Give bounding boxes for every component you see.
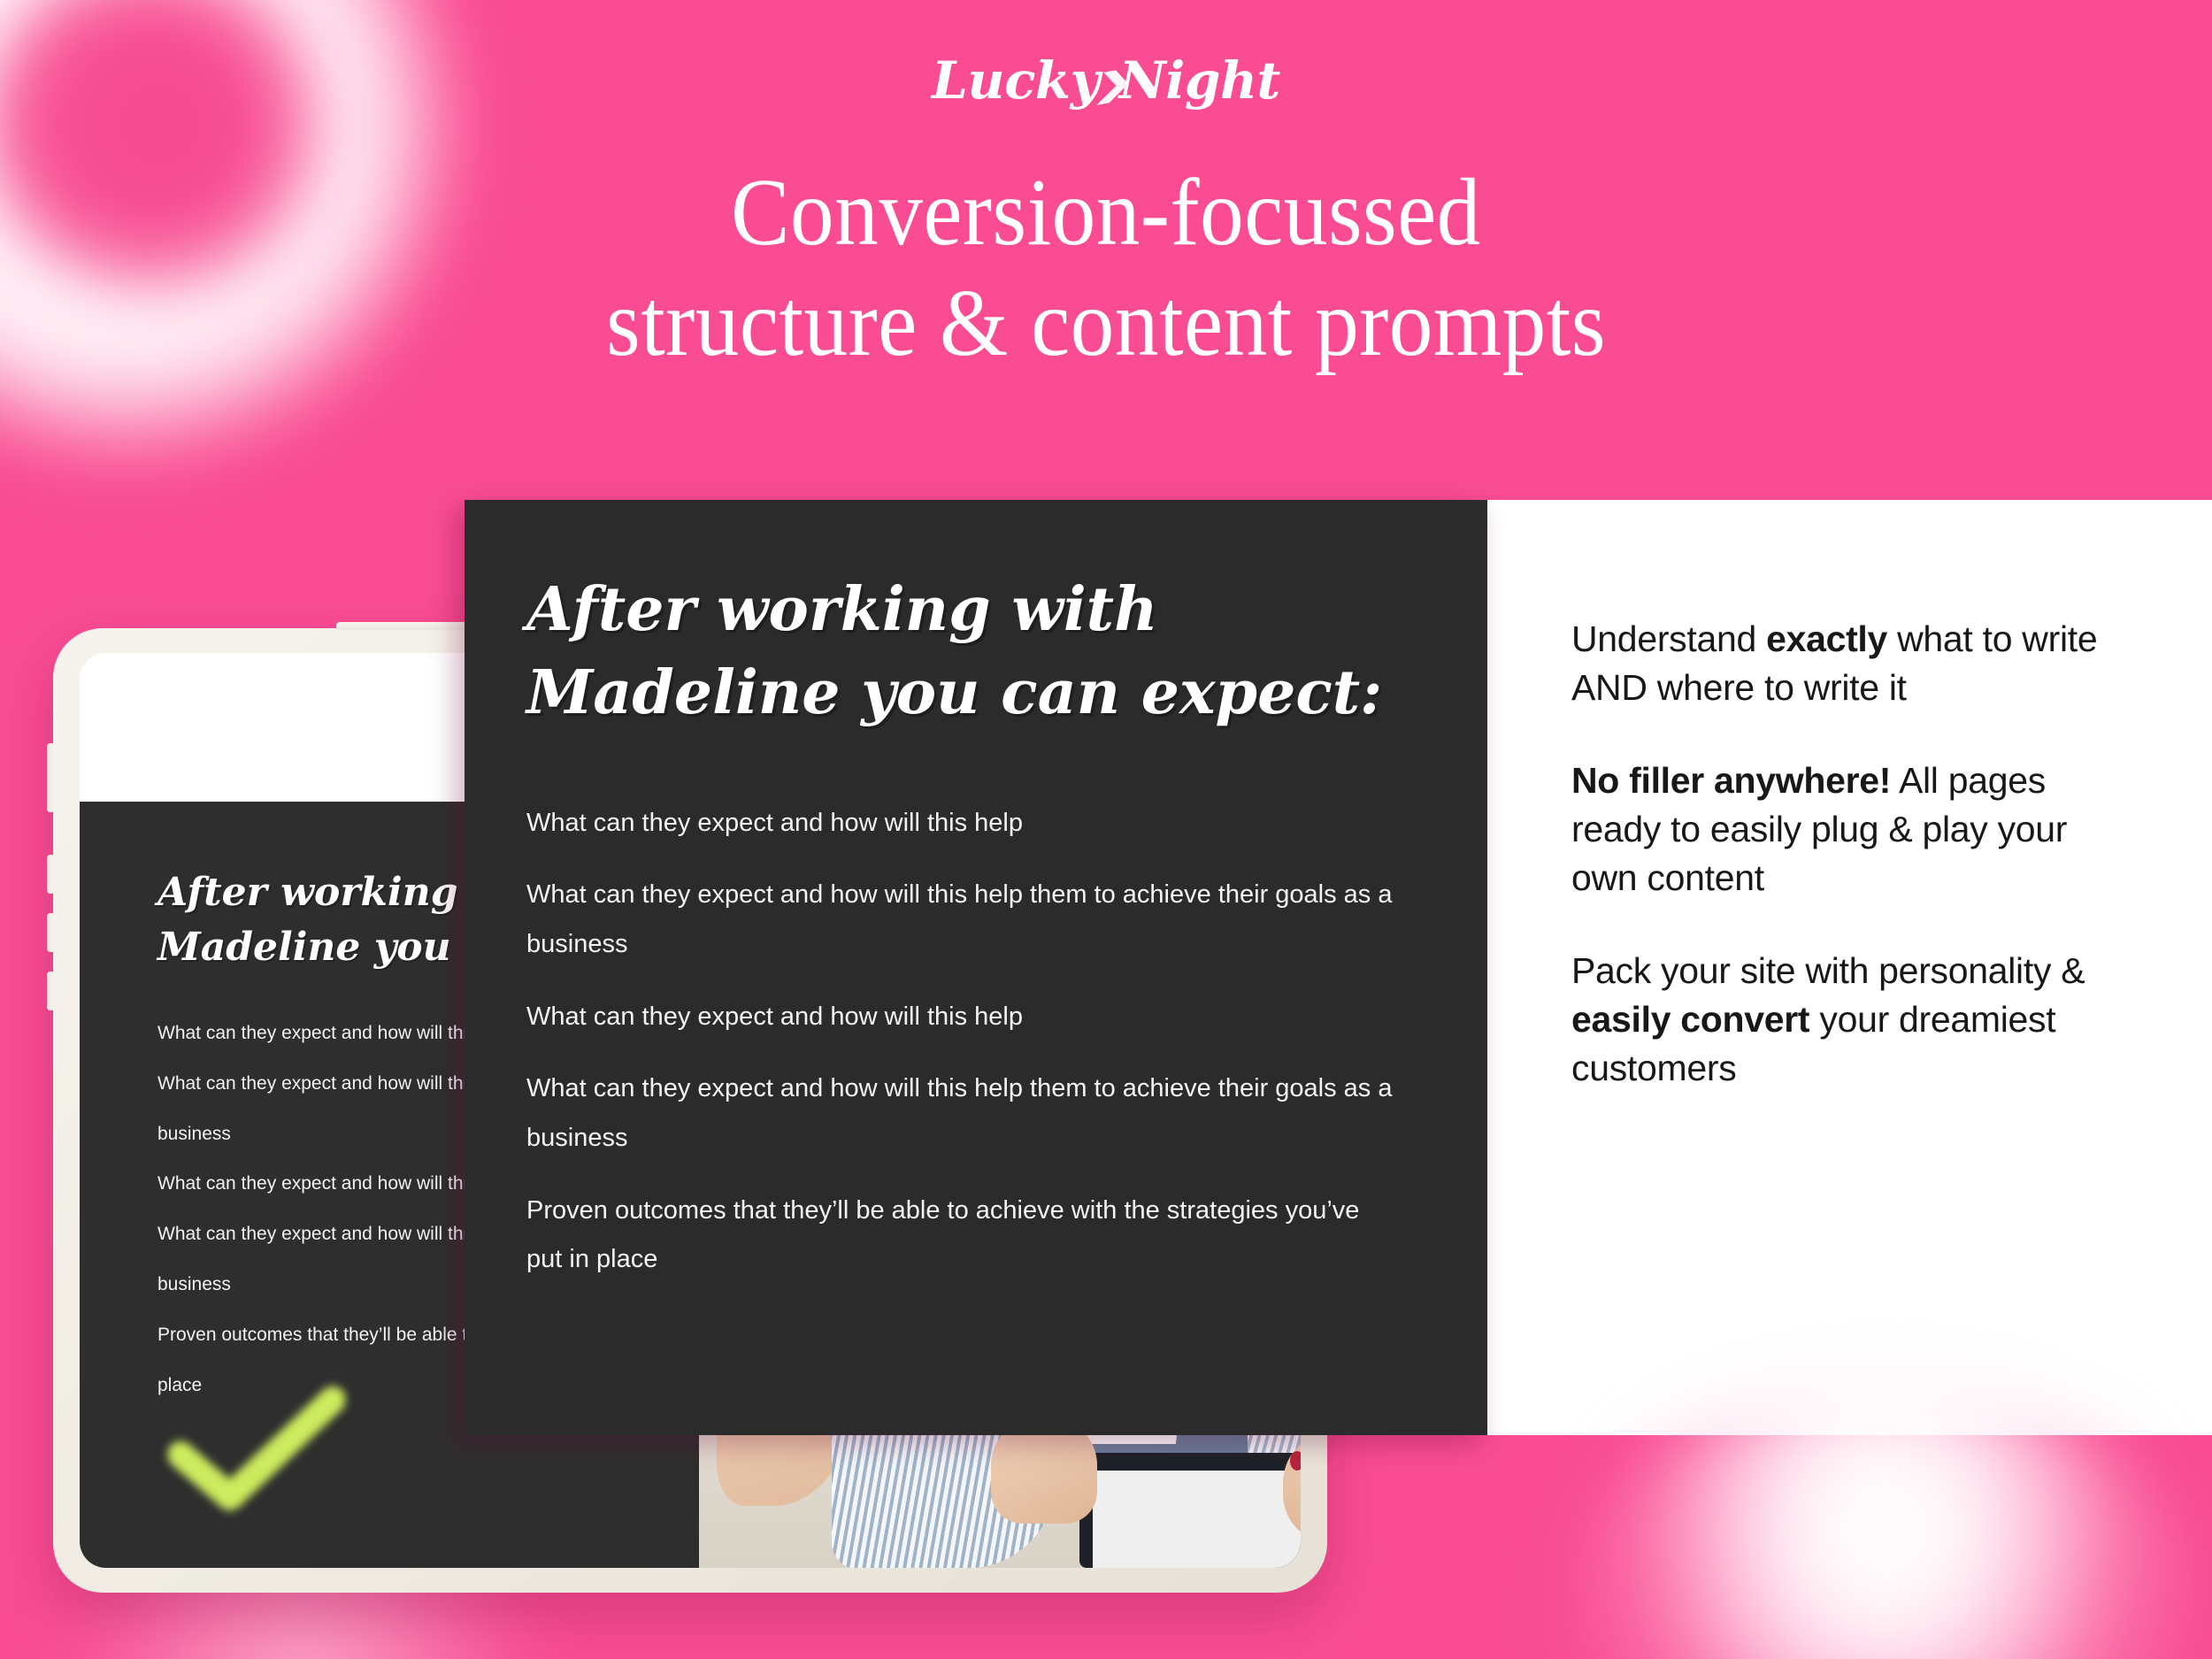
slide-canvas: Lucky❯Night Conversion-focussed structur… [0,0,2212,1659]
list-item: What can they expect and how will this h… [526,1002,1023,1031]
benefits-panel: Understand exactly what to write AND whe… [1487,500,2212,1435]
expectations-heading-line-1: After working with [526,574,1158,645]
benefit-3: Pack your site with personality & easily… [1571,947,2137,1093]
benefit-1: Understand exactly what to write AND whe… [1571,615,2137,712]
expectations-heading-line-2: Madeline you can expect: [526,657,1383,728]
tablet-volume-button-2 [47,855,55,894]
headline-line-1: Conversion-focussed [731,160,1481,265]
checkmark-icon [168,1386,345,1510]
expectations-list: What can they expect and how will this h… [526,799,1399,1285]
list-item: What can they expect and how will this h… [526,880,1393,958]
brand-logo: Lucky❯Night [0,55,2212,106]
page-title: Conversion-focussed structure & content … [88,157,2124,380]
logo-word-lucky: Lucky [932,50,1100,111]
expectations-heading: After working with Madeline you can expe… [526,569,1399,735]
benefit-3-emphasis: easily convert [1571,998,1810,1040]
list-item: Proven outcomes that they’ll be able to … [526,1195,1360,1274]
tablet-volume-button-1 [47,743,55,812]
benefit-2: No filler anywhere! All pages ready to e… [1571,757,2137,902]
benefit-2-emphasis: No filler anywhere! [1571,759,1892,801]
tablet-volume-button-3 [47,913,55,952]
expectations-card: After working with Madeline you can expe… [465,500,1487,1435]
logo-swash-icon: ❯ [1087,64,1133,106]
headline-line-2: structure & content prompts [606,271,1606,377]
logo-word-night: Night [1118,50,1281,111]
benefit-3-part-a: Pack your site with personality & [1571,949,2085,991]
list-item: What can they expect and how will this h… [526,1074,1393,1153]
benefit-1-emphasis: exactly [1766,618,1888,659]
list-item: What can they expect and how will this h… [526,808,1023,837]
tablet-volume-button-4 [47,972,55,1010]
benefit-1-part-a: Understand [1571,618,1767,659]
